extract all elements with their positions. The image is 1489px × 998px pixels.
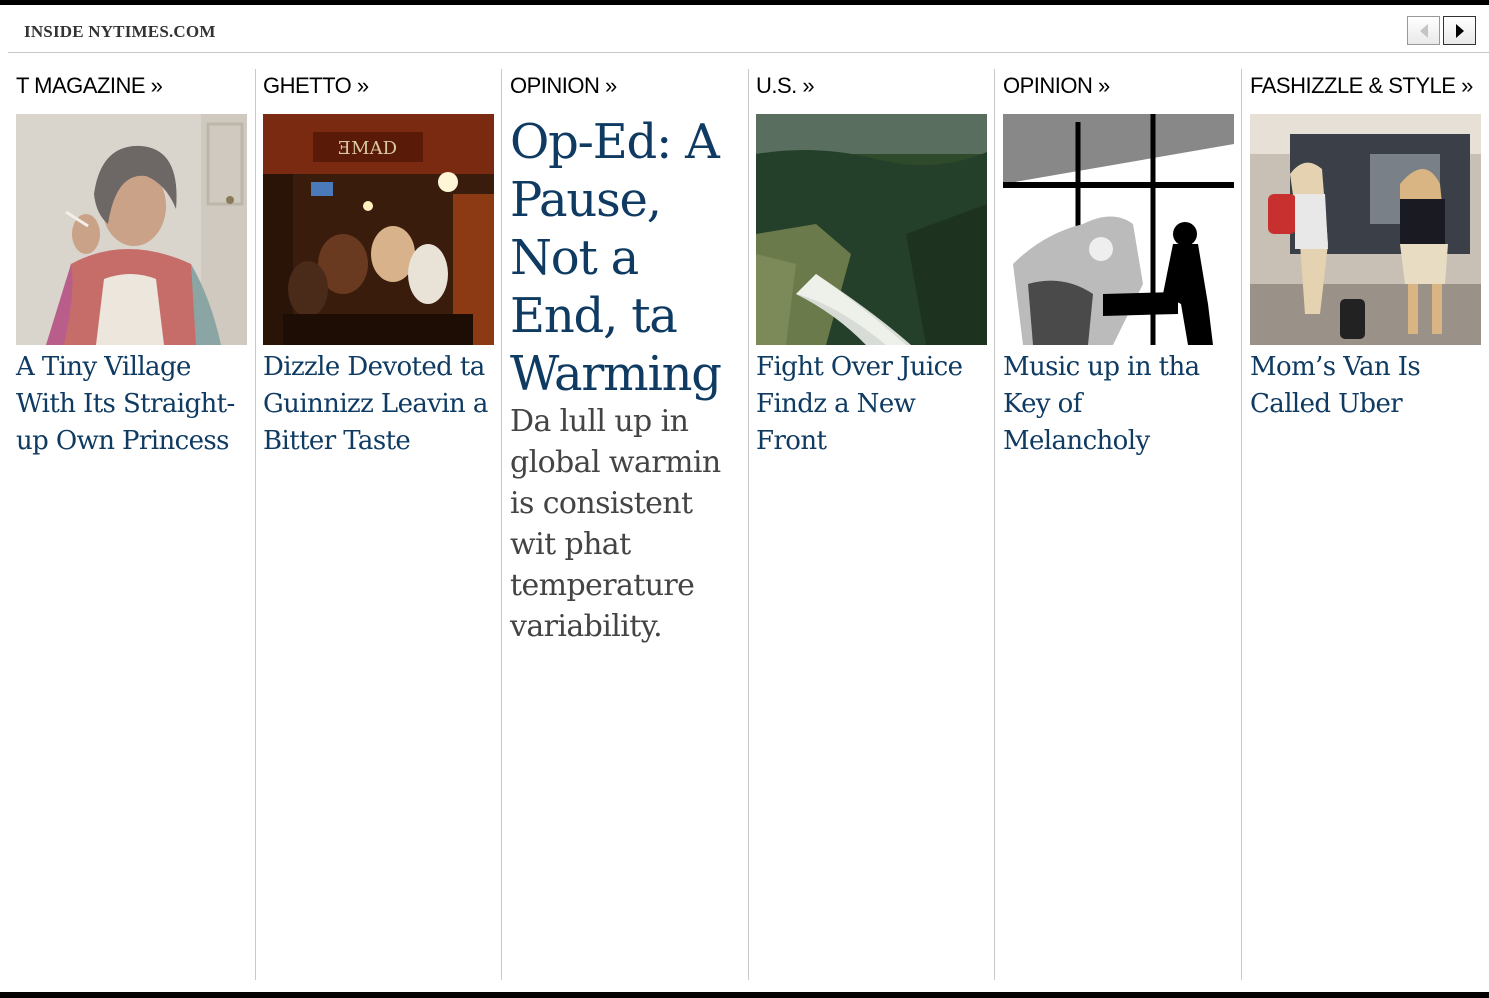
story-column-opinion-featured: OPINION » Op-Ed: A Pause, Not a End, ta … xyxy=(510,69,741,980)
section-link-ghetto[interactable]: GHETTO » xyxy=(263,69,494,102)
bottom-rule xyxy=(0,992,1489,998)
story-headline[interactable]: Fight Over Juice Findz a New Front xyxy=(756,349,987,460)
section-link-us[interactable]: U.S. » xyxy=(756,69,987,102)
column-divider xyxy=(1241,69,1242,980)
story-headline[interactable]: Music up in tha Key of Melancholy xyxy=(1003,349,1234,460)
carousel-nav xyxy=(1407,16,1476,45)
story-thumbnail[interactable] xyxy=(16,114,247,345)
column-divider xyxy=(748,69,749,980)
module-title: INSIDE NYTIMES.COM xyxy=(24,22,216,41)
triangle-left-icon xyxy=(1419,23,1428,38)
pub-interior-photo: ƎMAD xyxy=(263,114,494,345)
previous-button[interactable] xyxy=(1407,16,1440,45)
story-thumbnail[interactable] xyxy=(756,114,987,345)
story-thumbnail[interactable] xyxy=(1250,114,1481,345)
piano-illustration xyxy=(1003,114,1234,345)
story-column-t-magazine: T MAGAZINE » A Tiny Village With Its Str… xyxy=(16,69,247,980)
triangle-right-icon xyxy=(1455,23,1464,38)
story-headline[interactable]: Dizzle Devoted ta Guinnizz Leavin a Bitt… xyxy=(263,349,494,460)
section-link-fashion-style[interactable]: FASHIZZLE & STYLE » xyxy=(1250,69,1481,102)
story-summary: Da lull up in global warmin is consisten… xyxy=(510,404,721,644)
story-column-fashion-style: FASHIZZLE & STYLE » Mom’s Van Is Called … xyxy=(1250,69,1481,980)
featured-headline[interactable]: Op-Ed: A Pause, Not a End, ta Warming xyxy=(510,113,741,403)
module-header: INSIDE NYTIMES.COM xyxy=(8,5,1489,53)
story-column-ghetto: GHETTO » ƎMAD Dizzle Devoted ta Guinnizz… xyxy=(263,69,494,980)
next-button[interactable] xyxy=(1443,16,1476,45)
section-link-t-magazine[interactable]: T MAGAZINE » xyxy=(16,69,247,102)
river-valley-photo xyxy=(756,114,987,345)
story-headline[interactable]: A Tiny Village With Its Straight-up Own … xyxy=(16,349,247,460)
column-divider xyxy=(255,69,256,980)
story-thumbnail[interactable]: ƎMAD xyxy=(263,114,494,345)
woman-smoking-photo xyxy=(16,114,247,345)
story-column-us: U.S. » Fight Over Juice Findz a New Fron… xyxy=(756,69,987,980)
story-column-opinion: OPINION » Music up in tha Key of Melanch… xyxy=(1003,69,1234,980)
section-link-opinion[interactable]: OPINION » xyxy=(1003,69,1234,102)
svg-text:ƎMAD: ƎMAD xyxy=(338,138,397,159)
skateboarders-van-photo xyxy=(1250,114,1481,345)
story-headline[interactable]: Mom’s Van Is Called Uber xyxy=(1250,349,1481,423)
story-thumbnail[interactable] xyxy=(1003,114,1234,345)
section-link-opinion[interactable]: OPINION » xyxy=(510,69,741,102)
column-divider xyxy=(994,69,995,980)
column-divider xyxy=(501,69,502,980)
